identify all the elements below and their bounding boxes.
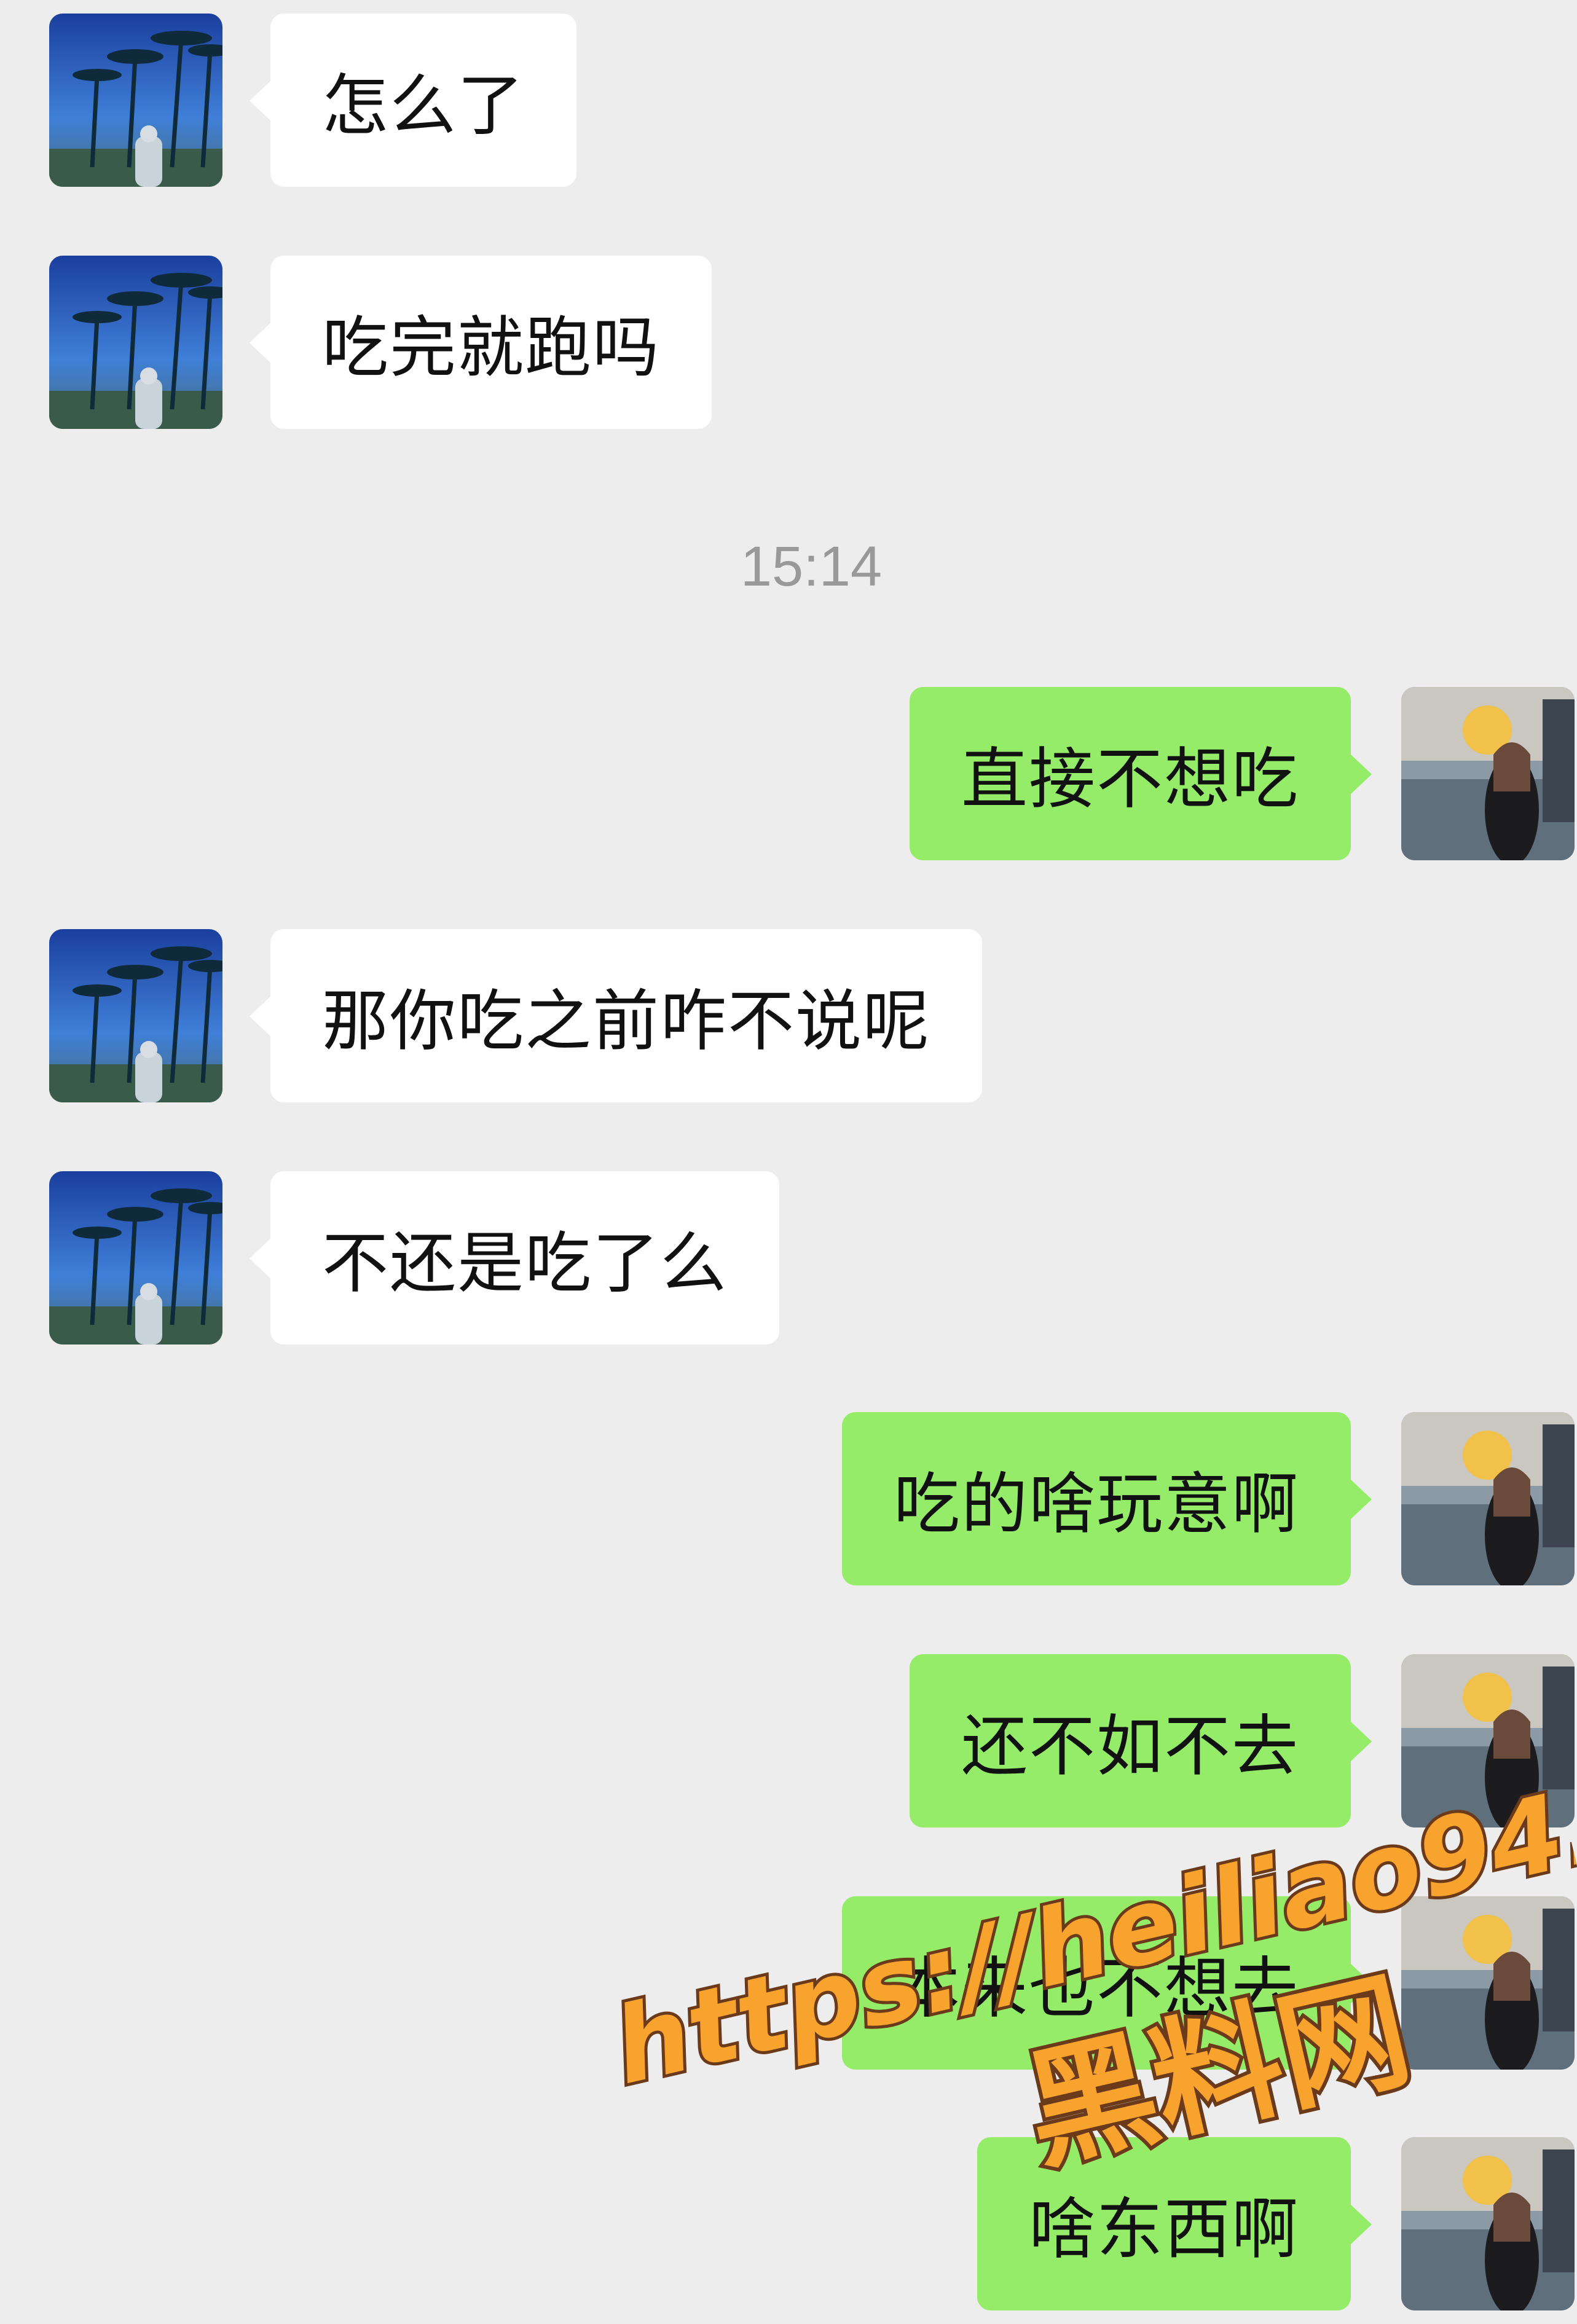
message-text: 不还是吃了么 bbox=[322, 1225, 728, 1302]
message-bubble-outgoing[interactable]: 还不如不去 bbox=[909, 1654, 1372, 1827]
message-text: 吃完就跑吗 bbox=[322, 310, 661, 387]
message-bubble-outgoing[interactable]: 啥东西啊 bbox=[977, 2137, 1372, 2310]
self-avatar[interactable] bbox=[1401, 1896, 1575, 2070]
message-text: 怎么了 bbox=[322, 68, 525, 144]
message-bubble-incoming[interactable]: 那你吃之前咋不说呢 bbox=[249, 929, 983, 1102]
message-bubble-incoming[interactable]: 吃完就跑吗 bbox=[249, 256, 712, 429]
message-text: 吃的啥玩意啊 bbox=[893, 1466, 1299, 1543]
self-avatar[interactable] bbox=[1401, 1412, 1575, 1585]
message-text: 本来也不想去 bbox=[893, 1950, 1299, 2027]
message-text: 直接不想吃 bbox=[961, 741, 1299, 818]
chat-area: 怎么了 吃完就跑吗 15:14 直接不想吃 那你吃之前咋不说呢 不还是吃了么 吃… bbox=[0, 0, 1577, 2324]
message-text: 还不如不去 bbox=[961, 1708, 1299, 1785]
message-bubble-outgoing[interactable]: 吃的啥玩意啊 bbox=[841, 1412, 1372, 1585]
self-avatar[interactable] bbox=[1401, 1654, 1575, 1827]
message-text: 那你吃之前咋不说呢 bbox=[322, 983, 931, 1060]
message-bubble-outgoing[interactable]: 本来也不想去 bbox=[841, 1896, 1372, 2070]
message-bubble-incoming[interactable]: 不还是吃了么 bbox=[249, 1171, 780, 1345]
self-avatar[interactable] bbox=[1401, 687, 1575, 860]
message-bubble-incoming[interactable]: 怎么了 bbox=[249, 14, 577, 187]
message-timestamp: 15:14 bbox=[740, 535, 883, 598]
contact-avatar[interactable] bbox=[49, 256, 222, 429]
contact-avatar[interactable] bbox=[49, 14, 222, 187]
self-avatar[interactable] bbox=[1401, 2137, 1575, 2310]
contact-avatar[interactable] bbox=[49, 929, 222, 1102]
message-text: 啥东西啊 bbox=[1028, 2191, 1299, 2268]
message-bubble-outgoing[interactable]: 直接不想吃 bbox=[909, 687, 1372, 860]
contact-avatar[interactable] bbox=[49, 1171, 222, 1345]
